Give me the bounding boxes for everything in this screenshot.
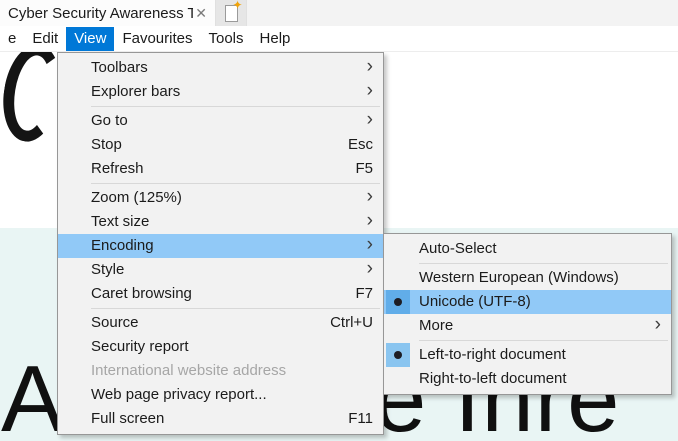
tab-close-icon[interactable]: ✕	[193, 5, 209, 22]
menu-item-label: Western European (Windows)	[419, 266, 661, 290]
browser-header: Cyber Security Awareness Tr... ✕ ✦ eEdit…	[0, 0, 678, 52]
menu-item-stop[interactable]: Stop Esc	[58, 133, 383, 157]
view-menu-dropdown: Toolbars › Explorer bars › Go to › Stop EscRefr…	[57, 52, 384, 435]
radio-dot	[394, 298, 402, 306]
browser-tab[interactable]: Cyber Security Awareness Tr... ✕	[0, 0, 216, 26]
submenu-arrow-icon: ›	[361, 55, 373, 79]
menu-item-label: More	[419, 314, 637, 338]
submenu-arrow-icon: ›	[649, 313, 661, 337]
menu-item-label: Security report	[91, 335, 373, 359]
menu-item-unicode-utf-8[interactable]: Unicode (UTF-8)	[384, 290, 671, 314]
page-heading-fragment-left: A	[1, 352, 65, 441]
menu-item-label: Web page privacy report...	[91, 383, 373, 407]
menu-item-label: Explorer bars	[91, 80, 349, 104]
menu-shortcut: F11	[348, 407, 373, 431]
menu-item-auto-select[interactable]: Auto-Select	[384, 237, 671, 261]
menu-item-label: Left-to-right document	[419, 343, 661, 367]
menu-item-toolbars[interactable]: Toolbars ›	[58, 56, 383, 80]
menu-separator	[419, 340, 668, 341]
menu-item-explorer-bars[interactable]: Explorer bars ›	[58, 80, 383, 104]
menubar-item-tools[interactable]: Tools	[200, 27, 251, 51]
menu-item-label: Refresh	[91, 157, 343, 181]
menu-item-text-size[interactable]: Text size ›	[58, 210, 383, 234]
menu-item-label: Zoom (125%)	[91, 186, 349, 210]
new-tab-star-icon: ✦	[232, 0, 242, 11]
menu-item-label: Go to	[91, 109, 349, 133]
menu-item-label: Caret browsing	[91, 282, 343, 306]
menu-item-full-screen[interactable]: Full screen F11	[58, 407, 383, 431]
menubar-item-edit[interactable]: Edit	[24, 27, 66, 51]
menu-item-label: Full screen	[91, 407, 336, 431]
page-logo-crescent	[4, 44, 60, 142]
menu-item-label: Style	[91, 258, 349, 282]
menubar-item-help[interactable]: Help	[252, 27, 299, 51]
new-tab-button[interactable]: ✦	[216, 0, 247, 26]
new-tab-page-icon: ✦	[225, 5, 238, 22]
menu-shortcut: F7	[355, 282, 373, 306]
menu-item-refresh[interactable]: Refresh F5	[58, 157, 383, 181]
menu-item-more[interactable]: More ›	[384, 314, 671, 338]
menu-item-label: Toolbars	[91, 56, 349, 80]
menu-item-security-report[interactable]: Security report	[58, 335, 383, 359]
menu-item-label: International website address	[91, 359, 373, 383]
menu-item-right-to-left-document[interactable]: Right-to-left document	[384, 367, 671, 391]
menu-separator	[91, 106, 380, 107]
menu-item-label: Auto-Select	[419, 237, 661, 261]
menubar-item-file-partial[interactable]: e	[0, 27, 24, 51]
menu-shortcut: Esc	[348, 133, 373, 157]
submenu-arrow-icon: ›	[361, 185, 373, 209]
radio-bullet-icon	[386, 290, 410, 314]
menu-shortcut: F5	[355, 157, 373, 181]
menu-separator	[419, 263, 668, 264]
menu-bar: eEditViewFavouritesToolsHelp	[0, 26, 678, 52]
submenu-arrow-icon: ›	[361, 79, 373, 103]
menu-item-left-to-right-document[interactable]: Left-to-right document	[384, 343, 671, 367]
menu-item-caret-browsing[interactable]: Caret browsing F7	[58, 282, 383, 306]
menubar-item-view[interactable]: View	[66, 27, 114, 51]
submenu-arrow-icon: ›	[361, 257, 373, 281]
menu-item-western-european-windows[interactable]: Western European (Windows)	[384, 266, 671, 290]
menu-item-web-page-privacy-report[interactable]: Web page privacy report...	[58, 383, 383, 407]
submenu-arrow-icon: ›	[361, 108, 373, 132]
menu-item-zoom-125[interactable]: Zoom (125%) ›	[58, 186, 383, 210]
radio-bullet-icon	[386, 343, 410, 367]
menu-separator	[91, 183, 380, 184]
menu-item-international-website-address: International website address	[58, 359, 383, 383]
menu-shortcut: Ctrl+U	[330, 311, 373, 335]
encoding-submenu: Auto-Select Western European (Windows)Uni…	[383, 233, 672, 395]
menu-item-style[interactable]: Style ›	[58, 258, 383, 282]
menu-item-encoding[interactable]: Encoding ›	[58, 234, 383, 258]
submenu-arrow-icon: ›	[361, 233, 373, 257]
menu-item-label: Text size	[91, 210, 349, 234]
menu-item-source[interactable]: Source Ctrl+U	[58, 311, 383, 335]
menu-item-go-to[interactable]: Go to ›	[58, 109, 383, 133]
menu-item-label: Unicode (UTF-8)	[419, 290, 661, 314]
menu-item-label: Source	[91, 311, 318, 335]
submenu-arrow-icon: ›	[361, 209, 373, 233]
menu-item-label: Right-to-left document	[419, 367, 661, 391]
menu-separator	[91, 308, 380, 309]
tab-bar: Cyber Security Awareness Tr... ✕ ✦	[0, 0, 678, 26]
menu-item-label: Encoding	[91, 234, 349, 258]
tab-title: Cyber Security Awareness Tr...	[8, 5, 193, 22]
menubar-item-favourites[interactable]: Favourites	[114, 27, 200, 51]
radio-dot	[394, 351, 402, 359]
menu-item-label: Stop	[91, 133, 336, 157]
